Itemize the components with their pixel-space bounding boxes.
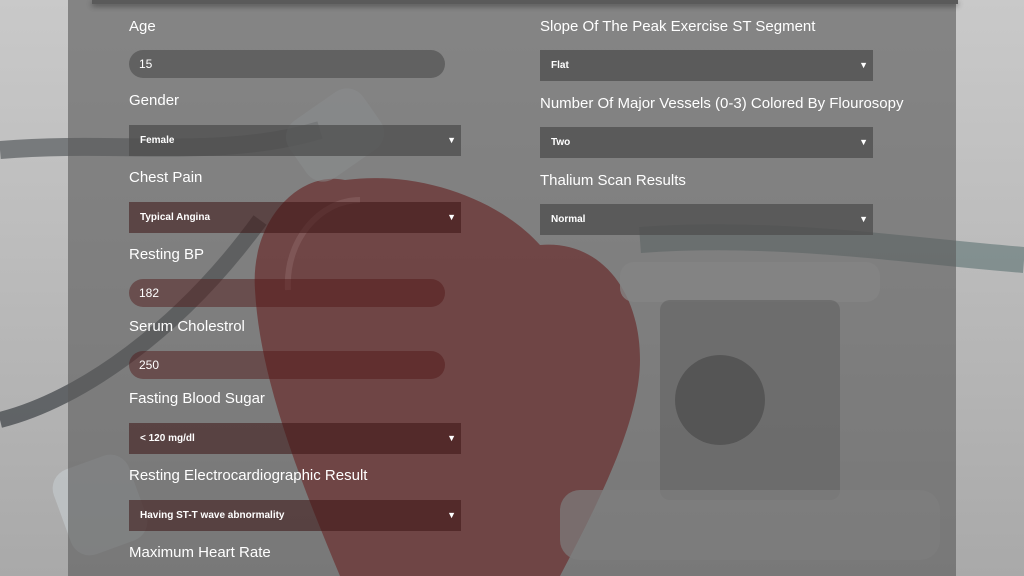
fasting-blood-sugar-select[interactable]: < 120 mg/dl ▼ [129, 423, 461, 454]
age-input[interactable] [129, 50, 445, 78]
resting-bp-label: Resting BP [129, 246, 205, 263]
major-vessels-selected-value: Two [551, 137, 571, 148]
chest-pain-select[interactable]: Typical Angina ▼ [129, 202, 461, 233]
gender-selected-value: Female [140, 135, 175, 146]
slope-select[interactable]: Flat ▼ [540, 50, 873, 81]
caret-down-icon: ▼ [859, 214, 868, 224]
caret-down-icon: ▼ [447, 135, 456, 145]
resting-ecg-selected-value: Having ST-T wave abnormality [140, 510, 285, 521]
thalium-selected-value: Normal [551, 214, 586, 225]
header-bar [92, 0, 958, 4]
age-label: Age [129, 18, 156, 35]
caret-down-icon: ▼ [447, 433, 456, 443]
serum-cholestrol-label: Serum Cholestrol [129, 318, 245, 335]
thalium-select[interactable]: Normal ▼ [540, 204, 873, 235]
resting-ecg-label: Resting Electrocardiographic Result [129, 467, 368, 484]
fasting-blood-sugar-label: Fasting Blood Sugar [129, 390, 265, 407]
slope-label: Slope Of The Peak Exercise ST Segment [540, 18, 816, 35]
thalium-label: Thalium Scan Results [540, 172, 686, 189]
caret-down-icon: ▼ [447, 510, 456, 520]
chest-pain-selected-value: Typical Angina [140, 212, 211, 223]
gender-select[interactable]: Female ▼ [129, 125, 461, 156]
resting-ecg-select[interactable]: Having ST-T wave abnormality ▼ [129, 500, 461, 531]
resting-bp-input[interactable] [129, 279, 445, 307]
slope-selected-value: Flat [551, 60, 569, 71]
chest-pain-label: Chest Pain [129, 169, 203, 186]
major-vessels-select[interactable]: Two ▼ [540, 127, 873, 158]
serum-cholestrol-input[interactable] [129, 351, 445, 379]
major-vessels-label: Number Of Major Vessels (0-3) Colored By… [540, 95, 904, 112]
caret-down-icon: ▼ [859, 137, 868, 147]
gender-label: Gender [129, 92, 180, 109]
fasting-blood-sugar-selected-value: < 120 mg/dl [140, 433, 195, 444]
caret-down-icon: ▼ [859, 60, 868, 70]
max-heart-rate-label: Maximum Heart Rate [129, 544, 271, 561]
caret-down-icon: ▼ [447, 212, 456, 222]
